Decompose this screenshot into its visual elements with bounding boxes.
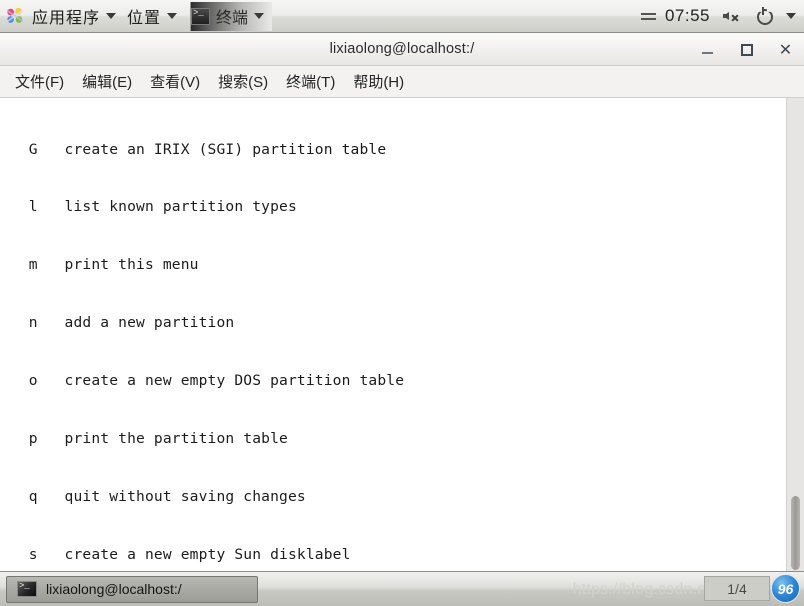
terminal-body: G create an IRIX (SGI) partition table l… bbox=[0, 98, 804, 572]
power-stem bbox=[762, 7, 764, 15]
clock-label: 07:55 bbox=[664, 6, 710, 25]
terminal-line: s create a new empty Sun disklabel bbox=[2, 545, 351, 563]
menu-help[interactable]: 帮助(H) bbox=[346, 68, 411, 95]
terminal-line: p print the partition table bbox=[2, 430, 288, 448]
notification-badge[interactable]: 96 bbox=[771, 574, 800, 603]
applications-menu[interactable]: 应用程序 bbox=[0, 2, 123, 31]
terminal-line: n add a new partition bbox=[2, 314, 235, 332]
power-ring bbox=[757, 9, 773, 25]
terminal-line: m print this menu bbox=[2, 256, 199, 274]
power-icon[interactable] bbox=[754, 6, 774, 26]
close-button[interactable]: ✕ bbox=[777, 41, 794, 58]
window-controls: ✕ bbox=[699, 33, 794, 65]
terminal-icon: >_ bbox=[17, 581, 37, 597]
gnome-foot-icon bbox=[4, 5, 26, 27]
panel-tray: 07:55 bbox=[640, 2, 804, 31]
applications-menu-label: 应用程序 bbox=[32, 10, 101, 27]
places-menu[interactable]: 位置 bbox=[123, 2, 184, 31]
terminal-line: o create a new empty DOS partition table bbox=[2, 372, 405, 390]
window-title: lixiaolong@localhost:/ bbox=[329, 41, 475, 57]
maximize-button[interactable] bbox=[738, 41, 755, 58]
menu-edit[interactable]: 编辑(E) bbox=[75, 68, 139, 95]
minimize-button[interactable] bbox=[699, 41, 716, 58]
terminal-scrollbar[interactable] bbox=[786, 98, 804, 572]
menu-file[interactable]: 文件(F) bbox=[8, 68, 71, 95]
workspace-label: 1/4 bbox=[727, 580, 747, 597]
clock[interactable]: 07:55 bbox=[640, 6, 710, 26]
menu-terminal[interactable]: 终端(T) bbox=[279, 68, 342, 95]
terminal-icon: >_ bbox=[191, 7, 211, 25]
places-menu-label: 位置 bbox=[127, 10, 162, 27]
speaker-body bbox=[723, 14, 727, 18]
taskbar-item-terminal[interactable]: >_ lixiaolong@localhost:/ bbox=[6, 575, 258, 603]
chevron-down-icon bbox=[254, 13, 265, 19]
window-task-terminal[interactable]: >_ 终端 bbox=[190, 1, 273, 31]
chevron-down-icon bbox=[167, 13, 178, 19]
terminal-line: G create an IRIX (SGI) partition table bbox=[2, 140, 387, 158]
menubar: 文件(F) 编辑(E) 查看(V) 搜索(S) 终端(T) 帮助(H) bbox=[0, 66, 804, 98]
window-task-label: 终端 bbox=[216, 10, 249, 27]
terminal-window: lixiaolong@localhost:/ ✕ 文件(F) 编辑(E) 查看(… bbox=[0, 33, 804, 572]
speaker-muted-icon[interactable] bbox=[722, 6, 742, 26]
window-titlebar[interactable]: lixiaolong@localhost:/ ✕ bbox=[0, 33, 804, 66]
chevron-down-icon bbox=[106, 13, 117, 19]
terminal-line: q quit without saving changes bbox=[2, 487, 306, 505]
desktop-screen: 应用程序 位置 >_ 终端 07:55 lixiaolong@localhost… bbox=[0, 0, 804, 606]
menu-view[interactable]: 查看(V) bbox=[143, 68, 207, 95]
terminal-line: l list known partition types bbox=[2, 198, 297, 216]
terminal-output[interactable]: G create an IRIX (SGI) partition table l… bbox=[0, 98, 786, 572]
bottom-panel: >_ lixiaolong@localhost:/ https://blog.c… bbox=[0, 571, 804, 606]
menu-search[interactable]: 搜索(S) bbox=[211, 68, 275, 95]
chevron-down-icon[interactable] bbox=[786, 13, 796, 19]
taskbar-item-label: lixiaolong@localhost:/ bbox=[46, 581, 182, 597]
scrollbar-thumb[interactable] bbox=[791, 496, 800, 570]
calendar-icon bbox=[640, 11, 656, 22]
workspace-switcher[interactable]: 1/4 bbox=[704, 576, 770, 601]
top-panel: 应用程序 位置 >_ 终端 07:55 bbox=[0, 0, 804, 33]
